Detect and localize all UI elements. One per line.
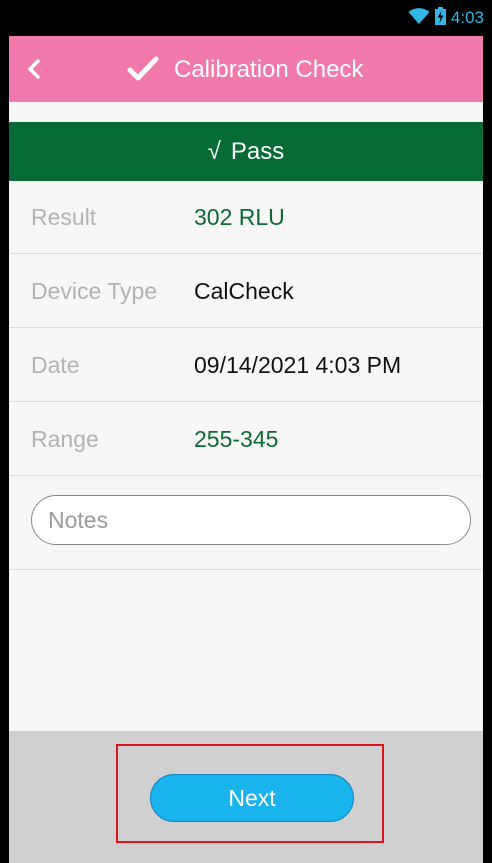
chevron-left-icon: [28, 59, 40, 79]
date-label: Date: [31, 351, 80, 378]
footer: Next: [9, 731, 483, 863]
battery-charging-icon: [434, 6, 446, 30]
page-title: Calibration Check: [174, 56, 364, 83]
pass-banner: √ Pass: [9, 122, 483, 181]
status-icons: 4:03: [408, 6, 484, 30]
date-value: 09/14/2021 4:03 PM: [194, 351, 402, 378]
status-bar: 4:03: [0, 0, 492, 36]
device-type-label: Device Type: [31, 277, 158, 304]
checkmark-icon: [127, 56, 159, 82]
pass-text: Pass: [230, 137, 285, 165]
range-row: Range 255-345: [9, 403, 483, 476]
wifi-icon: [408, 7, 430, 30]
next-button[interactable]: Next: [150, 774, 354, 822]
result-row: Result 302 RLU: [9, 181, 483, 254]
range-label: Range: [31, 425, 99, 452]
result-value: 302 RLU: [194, 203, 285, 230]
device-type-row: Device Type CalCheck: [9, 255, 483, 328]
status-time: 4:03: [450, 8, 484, 27]
device-type-value: CalCheck: [194, 277, 294, 304]
screen: Calibration Check √ Pass Result 302 RLU …: [9, 36, 483, 863]
notes-input[interactable]: [31, 495, 471, 545]
result-label: Result: [31, 203, 97, 230]
app-header: Calibration Check: [9, 36, 483, 102]
back-button[interactable]: [23, 56, 47, 82]
range-value: 255-345: [194, 425, 279, 452]
pass-check-icon: √: [207, 137, 221, 165]
notes-row: [9, 477, 483, 570]
date-row: Date 09/14/2021 4:03 PM: [9, 329, 483, 402]
